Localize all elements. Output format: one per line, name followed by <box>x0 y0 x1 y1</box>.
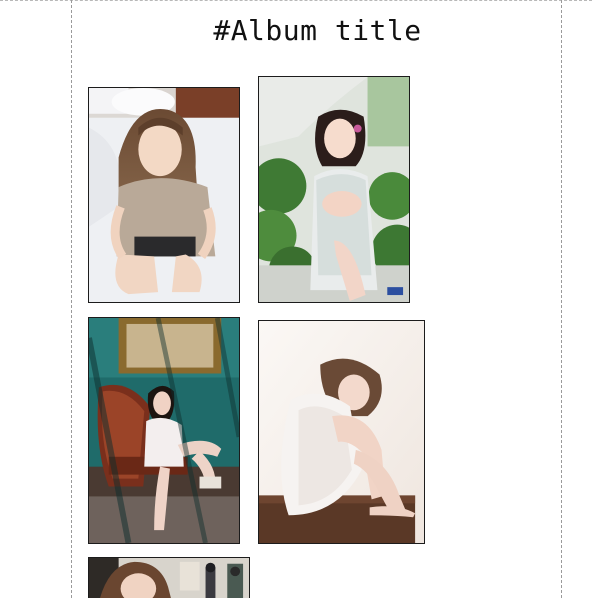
album-photo-3[interactable] <box>88 317 240 544</box>
album-photo-2[interactable] <box>258 76 410 303</box>
album-photo-1[interactable] <box>88 87 240 303</box>
album-container: #Album title <box>71 0 562 598</box>
photo-image <box>259 77 409 302</box>
photo-image <box>89 318 239 543</box>
page: #Album title <box>0 0 592 598</box>
album-title: #Album title <box>213 14 422 47</box>
photo-image <box>259 321 424 543</box>
album-photo-5[interactable] <box>88 557 250 598</box>
photo-image <box>89 558 249 598</box>
photo-image <box>89 88 239 302</box>
album-photo-4[interactable] <box>258 320 425 544</box>
